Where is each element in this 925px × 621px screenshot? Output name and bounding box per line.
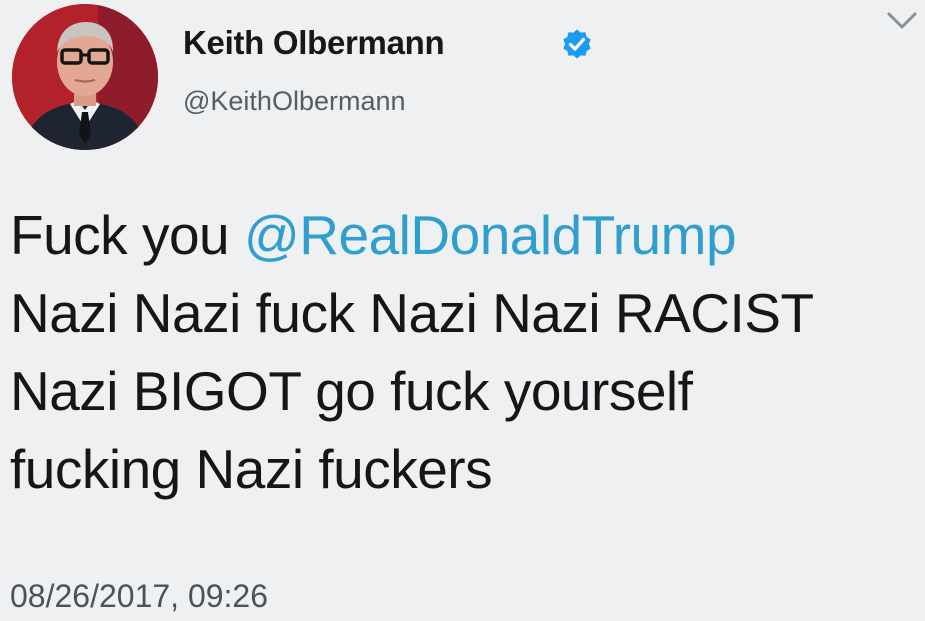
author-avatar[interactable] bbox=[12, 4, 158, 150]
avatar-photo-icon bbox=[12, 4, 158, 150]
tweet-menu-button[interactable] bbox=[885, 6, 919, 36]
tweet-line-1-text: Fuck you bbox=[10, 204, 244, 266]
tweet-line-1: Fuck you @RealDonaldTrump bbox=[10, 196, 915, 274]
mention-link[interactable]: @RealDonaldTrump bbox=[244, 204, 737, 266]
tweet-card: Keith Olbermann @KeithOlbermann Fuck you… bbox=[0, 0, 925, 621]
tweet-line-4: fucking Nazi fuckers bbox=[10, 438, 493, 500]
tweet-line-2: Nazi Nazi fuck Nazi Nazi RACIST bbox=[10, 282, 814, 344]
author-name[interactable]: Keith Olbermann bbox=[183, 24, 445, 62]
verified-badge-icon bbox=[563, 29, 591, 59]
tweet-timestamp[interactable]: 08/26/2017, 09:26 bbox=[10, 578, 268, 615]
tweet-text: Fuck you @RealDonaldTrump Nazi Nazi fuck… bbox=[10, 196, 915, 508]
author-handle[interactable]: @KeithOlbermann bbox=[183, 86, 406, 117]
chevron-down-icon bbox=[887, 12, 917, 29]
tweet-line-3: Nazi BIGOT go fuck yourself bbox=[10, 360, 693, 422]
